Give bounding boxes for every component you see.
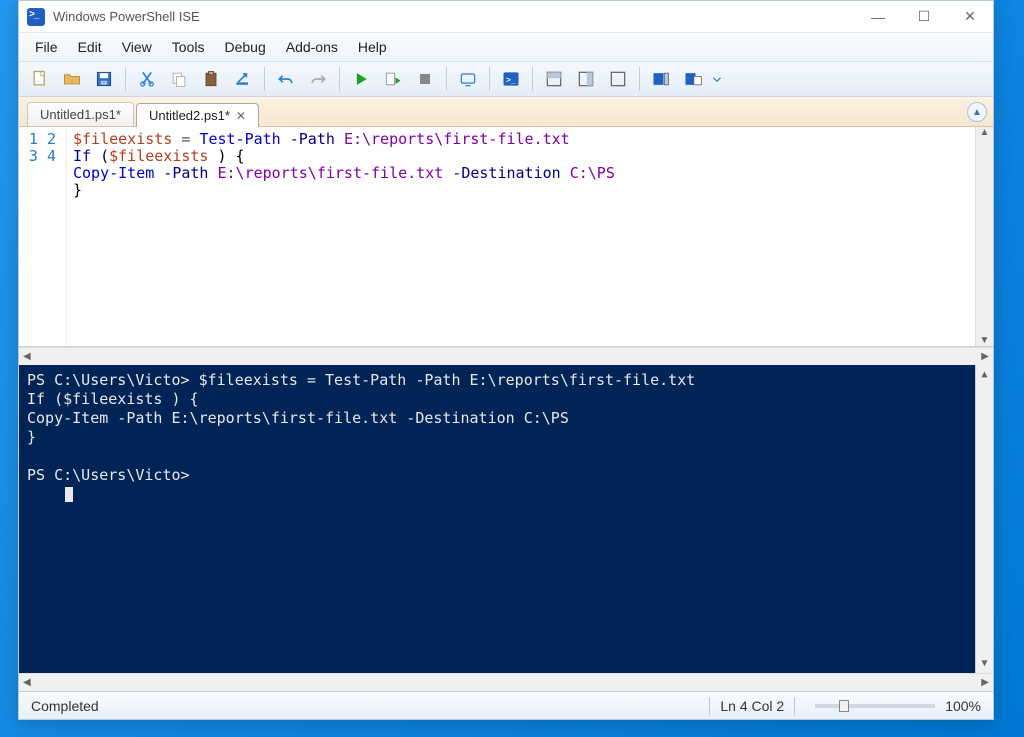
window-controls: — ☐ ✕: [855, 2, 993, 32]
zoom-level: 100%: [945, 698, 981, 714]
minimize-button[interactable]: —: [855, 2, 901, 32]
status-message: Completed: [31, 698, 699, 714]
run-script-icon[interactable]: [346, 65, 376, 93]
status-bar: Completed Ln 4 Col 2 100%: [19, 691, 993, 719]
show-script-top-icon[interactable]: [539, 65, 569, 93]
toolbar-separator: [125, 67, 126, 91]
script-pane: 1 2 3 4 $fileexists = Test-Path -Path E:…: [19, 127, 993, 347]
cut-icon[interactable]: [132, 65, 162, 93]
show-command-addon-icon[interactable]: [646, 65, 676, 93]
new-file-icon[interactable]: [25, 65, 55, 93]
toolbar: >_: [19, 61, 993, 97]
cursor-position: Ln 4 Col 2: [720, 698, 784, 714]
menu-tools[interactable]: Tools: [162, 36, 215, 58]
clear-console-icon[interactable]: [228, 65, 258, 93]
undo-icon[interactable]: [271, 65, 301, 93]
maximize-button[interactable]: ☐: [901, 2, 947, 32]
toolbar-separator: [532, 67, 533, 91]
vertical-scrollbar[interactable]: ▲▼: [975, 365, 993, 673]
app-icon: [27, 8, 45, 26]
show-command-window-icon[interactable]: [678, 65, 708, 93]
status-separator: [709, 697, 710, 715]
svg-text:>_: >_: [506, 74, 516, 84]
zoom-thumb[interactable]: [839, 700, 849, 712]
toolbar-separator: [489, 67, 490, 91]
status-separator: [794, 697, 795, 715]
collapse-script-pane-icon[interactable]: ▲: [967, 102, 987, 122]
redo-icon[interactable]: [303, 65, 333, 93]
toolbar-separator: [339, 67, 340, 91]
horizontal-scrollbar[interactable]: ◀▶: [19, 673, 993, 691]
toolbar-separator: [264, 67, 265, 91]
script-editor[interactable]: $fileexists = Test-Path -Path E:\reports…: [67, 127, 975, 346]
tab-close-icon[interactable]: ✕: [236, 109, 246, 123]
title-bar: Windows PowerShell ISE — ☐ ✕: [19, 1, 993, 33]
tab-label: Untitled2.ps1*: [149, 108, 230, 123]
window-title: Windows PowerShell ISE: [53, 9, 855, 24]
tab-label: Untitled1.ps1*: [40, 107, 121, 122]
show-script-right-icon[interactable]: [571, 65, 601, 93]
menu-addons[interactable]: Add-ons: [276, 36, 348, 58]
menu-debug[interactable]: Debug: [214, 36, 275, 58]
line-number-gutter: 1 2 3 4: [19, 127, 67, 346]
script-tab[interactable]: Untitled2.ps1* ✕: [136, 103, 259, 127]
stop-icon[interactable]: [410, 65, 440, 93]
console-pane[interactable]: PS C:\Users\Victo> $fileexists = Test-Pa…: [19, 365, 993, 673]
ise-window: Windows PowerShell ISE — ☐ ✕ File Edit V…: [18, 0, 994, 720]
show-script-max-icon[interactable]: [603, 65, 633, 93]
menu-help[interactable]: Help: [348, 36, 397, 58]
menu-bar: File Edit View Tools Debug Add-ons Help: [19, 33, 993, 61]
close-button[interactable]: ✕: [947, 2, 993, 32]
save-icon[interactable]: [89, 65, 119, 93]
copy-icon[interactable]: [164, 65, 194, 93]
menu-edit[interactable]: Edit: [68, 36, 112, 58]
script-tab[interactable]: Untitled1.ps1*: [27, 102, 134, 126]
horizontal-scrollbar[interactable]: ◀▶: [19, 347, 993, 365]
open-file-icon[interactable]: [57, 65, 87, 93]
toolbar-overflow-icon[interactable]: [710, 65, 724, 93]
start-powershell-icon[interactable]: >_: [496, 65, 526, 93]
menu-view[interactable]: View: [112, 36, 162, 58]
menu-file[interactable]: File: [25, 36, 68, 58]
new-remote-tab-icon[interactable]: [453, 65, 483, 93]
zoom-slider[interactable]: [815, 704, 935, 708]
vertical-scrollbar[interactable]: ▲▼: [975, 127, 993, 346]
tab-strip: Untitled1.ps1* Untitled2.ps1* ✕ ▲: [19, 97, 993, 127]
console-cursor: [65, 487, 73, 502]
paste-icon[interactable]: [196, 65, 226, 93]
toolbar-separator: [446, 67, 447, 91]
toolbar-separator: [639, 67, 640, 91]
run-selection-icon[interactable]: [378, 65, 408, 93]
